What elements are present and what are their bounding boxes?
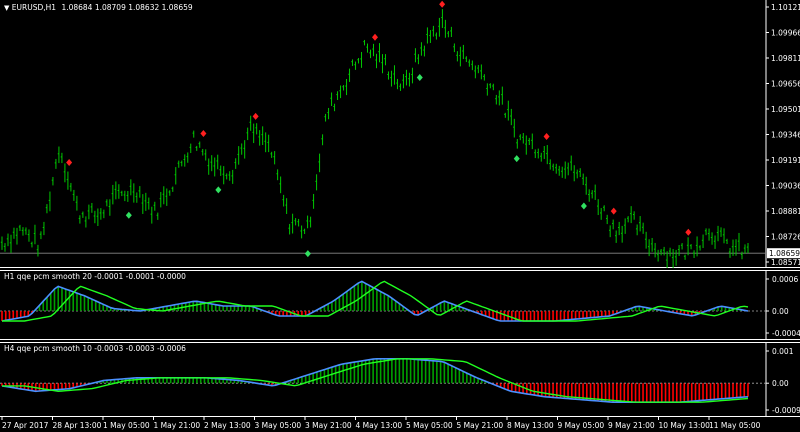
price-tick-label: 1.09036 bbox=[771, 182, 800, 191]
sell-signal-icon bbox=[372, 33, 378, 41]
time-tick-label: 5 May 21:00 bbox=[457, 421, 504, 430]
sell-signal-icon bbox=[66, 159, 73, 167]
time-tick-label: 5 May 05:00 bbox=[406, 421, 453, 430]
sell-signal-icon bbox=[252, 112, 259, 120]
buy-signal-icon bbox=[215, 186, 222, 194]
time-tick-label: 2 May 13:00 bbox=[204, 421, 251, 430]
price-tick-label: 1.08881 bbox=[771, 207, 800, 216]
sell-signal-icon bbox=[610, 207, 617, 215]
sell-signal-icon bbox=[543, 132, 550, 140]
indicator-tick-label: -0.0004 bbox=[772, 329, 800, 338]
buy-signal-icon bbox=[580, 202, 587, 210]
time-tick-label: 11 May 05:00 bbox=[709, 421, 761, 430]
time-tick-label: 1 May 05:00 bbox=[103, 421, 150, 430]
indicator-title-h1: H1 qqe pcm smooth 20 -0.0001 -0.0001 -0.… bbox=[4, 272, 186, 281]
price-tick-label: 1.09811 bbox=[771, 54, 800, 63]
symbol-label: EURUSD,H1 bbox=[11, 3, 57, 12]
triangle-down-icon[interactable]: ▼ bbox=[4, 4, 9, 12]
time-tick-label: 1 May 21:00 bbox=[154, 421, 201, 430]
indicator-tick-label: 0.00 bbox=[772, 307, 789, 316]
ohlc-values: 1.08684 1.08709 1.08632 1.08659 bbox=[61, 3, 193, 12]
time-axis: 27 Apr 2017 28 Apr 13:00 1 May 05:00 1 May … bbox=[0, 417, 800, 432]
sell-signal-icon bbox=[439, 0, 446, 8]
time-tick-label: 3 May 21:00 bbox=[305, 421, 352, 430]
price-tick-label: 1.09966 bbox=[771, 29, 800, 38]
indicator-tick-label: 0.00 bbox=[772, 379, 789, 388]
sell-signal-icon bbox=[200, 130, 207, 138]
price-tick-label: 1.09656 bbox=[771, 80, 800, 89]
buy-signal-icon bbox=[416, 74, 423, 82]
time-tick-label: 8 May 13:00 bbox=[507, 421, 554, 430]
price-chart-pane[interactable]: 1.10121 1.09966 1.09811 1.09656 1.09501 1.093… bbox=[0, 0, 800, 268]
time-tick-label: 9 May 05:00 bbox=[558, 421, 605, 430]
price-tick-label: 1.10121 bbox=[771, 3, 800, 12]
buy-signal-icon bbox=[125, 211, 132, 219]
price-tick-label: 1.09191 bbox=[771, 156, 800, 165]
time-tick-label: 9 May 21:00 bbox=[608, 421, 655, 430]
buy-signal-icon bbox=[513, 155, 520, 163]
h1-slow-line bbox=[2, 280, 749, 322]
current-price-label: 1.08659 bbox=[769, 249, 800, 258]
sell-signal-icon bbox=[685, 228, 692, 236]
time-tick-label: 3 May 05:00 bbox=[255, 421, 302, 430]
indicator-tick-label: 0.001 bbox=[772, 347, 794, 356]
price-tick-label: 1.08571 bbox=[771, 258, 800, 267]
time-tick-label: 4 May 13:00 bbox=[356, 421, 403, 430]
indicator-title-h4: H4 qqe pcm smooth 10 -0.0003 -0.0003 -0.… bbox=[4, 344, 186, 353]
indicator-tick-label: -0.0009 bbox=[772, 406, 800, 415]
chart-header: ▼ EURUSD,H1 1.08684 1.08709 1.08632 1.08… bbox=[4, 3, 193, 13]
price-chart[interactable]: 1.10121 1.09966 1.09811 1.09656 1.09501 1.093… bbox=[0, 0, 800, 268]
time-tick-label: 10 May 13:00 bbox=[659, 421, 711, 430]
price-tick-label: 1.09346 bbox=[771, 131, 800, 140]
buy-signal-icon bbox=[304, 250, 311, 258]
time-tick-label: 28 Apr 13:00 bbox=[53, 421, 102, 430]
price-tick-label: 1.09501 bbox=[771, 105, 800, 114]
price-tick-label: 1.08726 bbox=[771, 233, 800, 242]
time-tick-label: 27 Apr 2017 bbox=[2, 421, 49, 430]
indicator-tick-label: 0.0006 bbox=[772, 275, 798, 284]
